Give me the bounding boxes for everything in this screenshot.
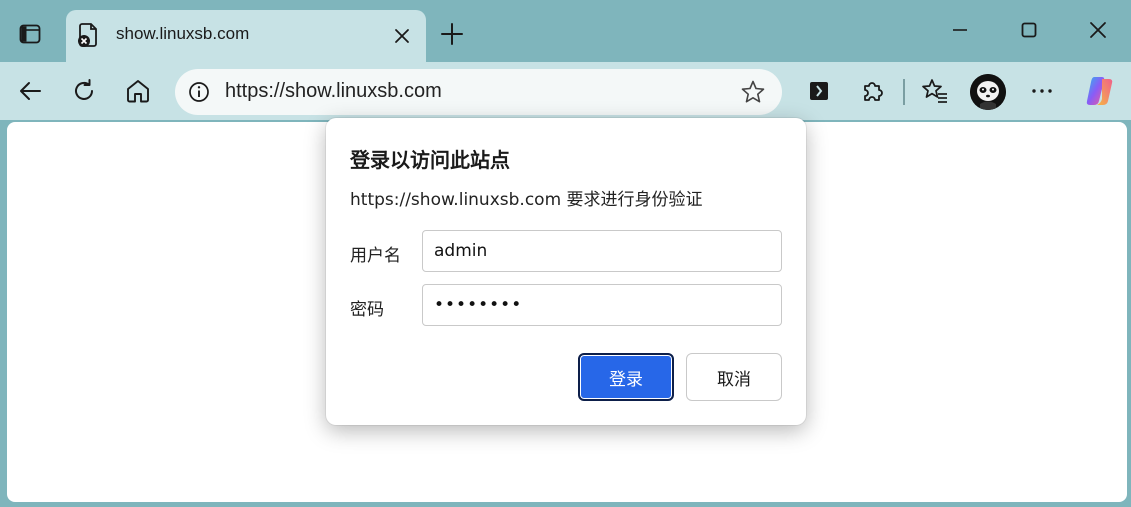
reading-icon — [810, 82, 828, 100]
login-button[interactable]: 登录 — [578, 353, 674, 401]
reading-button[interactable] — [804, 76, 834, 106]
puzzle-icon — [864, 82, 883, 101]
password-label: 密码 — [350, 300, 384, 320]
minimize-icon[interactable] — [948, 18, 972, 42]
address-url[interactable]: https://show.linuxsb.com — [225, 80, 442, 103]
more-icon — [1032, 89, 1052, 93]
username-label: 用户名 — [350, 246, 401, 266]
navigation-toolbar: https://show.linuxsb.com — [0, 62, 1131, 120]
password-field[interactable]: •••••••• — [422, 284, 782, 326]
avatar[interactable] — [970, 74, 1006, 110]
window-close-icon[interactable] — [1086, 18, 1110, 42]
copilot-button[interactable] — [1082, 73, 1118, 109]
tab-strip: show.linuxsb.com — [0, 0, 1131, 62]
tab-actions-icon — [19, 24, 41, 44]
profile-picture-icon — [970, 74, 1006, 110]
close-icon[interactable] — [391, 25, 413, 47]
dialog-description: https://show.linuxsb.com 要求进行身份验证 — [350, 190, 703, 210]
username-field[interactable]: admin — [422, 230, 782, 272]
auth-dialog: 登录以访问此站点 https://show.linuxsb.com 要求进行身份… — [326, 118, 806, 425]
back-button[interactable] — [15, 76, 45, 106]
star-icon[interactable] — [740, 79, 766, 105]
maximize-icon[interactable] — [1017, 18, 1041, 42]
plus-icon[interactable] — [438, 20, 466, 48]
back-arrow-icon — [20, 82, 41, 100]
home-icon — [127, 80, 149, 103]
address-bar[interactable]: https://show.linuxsb.com — [175, 69, 782, 115]
refresh-icon — [75, 79, 93, 100]
tab-title: show.linuxsb.com — [116, 24, 250, 43]
favorites-button[interactable] — [920, 76, 950, 106]
cancel-button[interactable]: 取消 — [686, 353, 782, 401]
document-error-icon — [78, 23, 97, 47]
dialog-title: 登录以访问此站点 — [350, 148, 510, 172]
home-button[interactable] — [123, 76, 153, 106]
tab-actions-button[interactable] — [8, 16, 52, 52]
more-button[interactable] — [1027, 76, 1057, 106]
extensions-button[interactable] — [858, 76, 888, 106]
copilot-icon — [1086, 77, 1113, 105]
favorites-icon — [922, 79, 947, 103]
browser-tab[interactable]: show.linuxsb.com — [66, 10, 426, 62]
refresh-button[interactable] — [69, 76, 99, 106]
toolbar-divider — [903, 79, 905, 105]
info-icon[interactable] — [187, 80, 211, 104]
